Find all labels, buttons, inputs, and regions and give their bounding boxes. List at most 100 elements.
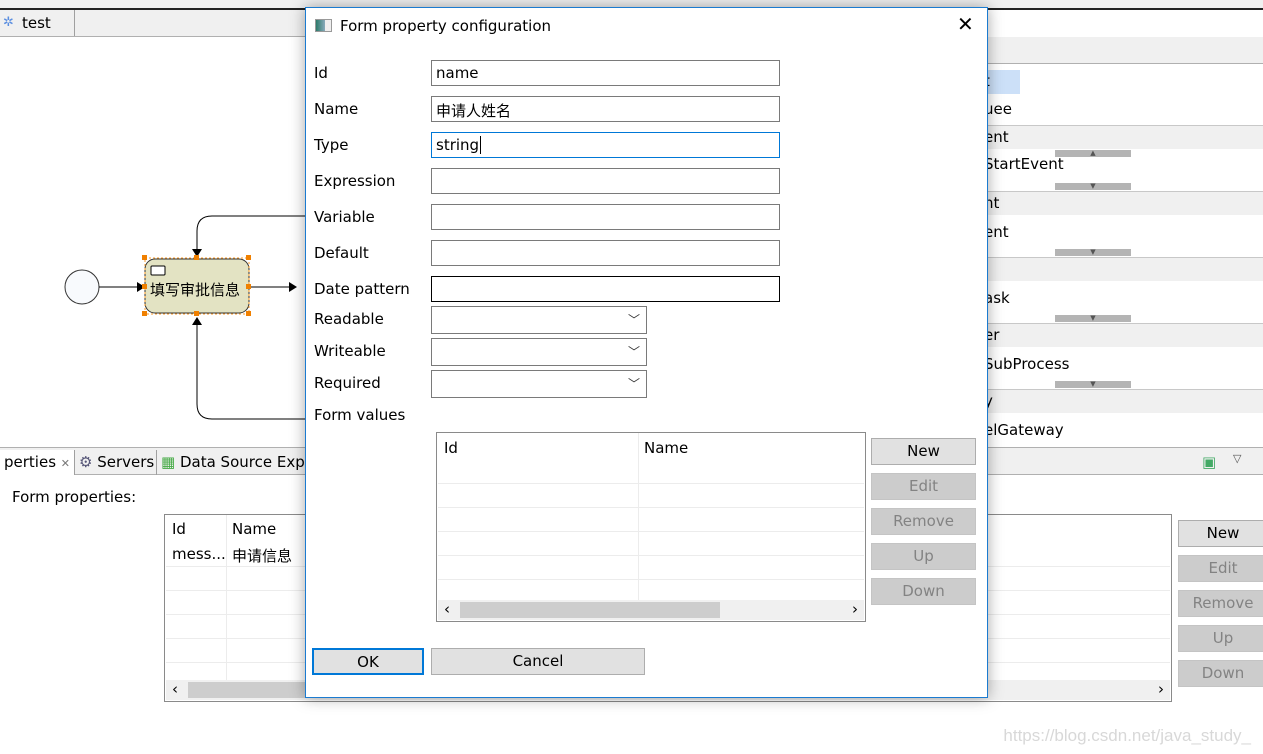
editor-tab-test[interactable]: ✲ test: [0, 10, 75, 36]
cell-id[interactable]: mess...: [172, 545, 226, 563]
name-label: Name: [314, 100, 359, 118]
tab-properties[interactable]: perties ✕: [0, 450, 75, 475]
type-input[interactable]: string: [431, 132, 780, 158]
data-source-icon: ▦: [161, 453, 176, 471]
required-select[interactable]: ﹀: [431, 370, 647, 398]
id-input[interactable]: name: [431, 60, 780, 86]
down-button[interactable]: Down: [1178, 660, 1263, 687]
chevron-down-icon: ﹀: [627, 377, 640, 391]
type-value: string: [436, 136, 480, 154]
scroll-down-icon[interactable]: ▼: [1055, 315, 1131, 322]
writeable-label: Writeable: [314, 342, 386, 360]
palette-item[interactable]: StartEvent: [984, 155, 1064, 173]
form-values-label: Form values: [314, 406, 406, 424]
table-row: [438, 555, 864, 556]
tab-label: test: [22, 14, 51, 32]
edit-button[interactable]: Edit: [871, 473, 976, 500]
flow-loop-bottom: [196, 319, 305, 420]
close-icon[interactable]: ✕: [957, 12, 974, 36]
column-header-name[interactable]: Name: [644, 439, 688, 457]
column-header-name[interactable]: Name: [232, 520, 276, 538]
palette-item[interactable]: uee: [984, 100, 1012, 118]
new-button[interactable]: New: [1178, 520, 1263, 547]
tab-servers[interactable]: ⚙ Servers: [75, 450, 157, 475]
scroll-down-icon[interactable]: ▼: [1055, 183, 1131, 190]
up-button[interactable]: Up: [1178, 625, 1263, 652]
scroll-right-icon[interactable]: ›: [1158, 680, 1164, 698]
table-row: [438, 507, 864, 508]
close-icon[interactable]: ✕: [61, 457, 70, 470]
start-event[interactable]: [64, 269, 100, 305]
process-icon: ✲: [3, 15, 14, 30]
column-divider: [638, 433, 639, 601]
name-input[interactable]: 申请人姓名: [431, 96, 780, 122]
remove-button[interactable]: Remove: [1178, 590, 1263, 617]
table-row: [438, 531, 864, 532]
ok-button[interactable]: OK: [312, 648, 424, 675]
date-pattern-label: Date pattern: [314, 280, 410, 298]
tab-data-source-explorer[interactable]: ▦ Data Source Expl: [157, 450, 317, 475]
dialog-icon: [315, 19, 332, 32]
servers-icon: ⚙: [79, 453, 93, 471]
readable-label: Readable: [314, 310, 384, 328]
tab-label: perties: [4, 453, 57, 471]
chevron-down-icon: ﹀: [627, 313, 640, 327]
form-values-table[interactable]: Id Name ‹ ›: [436, 432, 866, 622]
scroll-up-icon[interactable]: ▲: [1055, 150, 1131, 157]
task-label: 填写审批信息: [150, 281, 241, 299]
scroll-down-icon[interactable]: ▼: [1055, 249, 1131, 256]
default-input[interactable]: [431, 240, 780, 266]
palette-section[interactable]: er: [940, 323, 1263, 347]
dialog-title: Form property configuration: [340, 17, 552, 35]
table-row: [438, 579, 864, 580]
readable-select[interactable]: ﹀: [431, 306, 647, 334]
cancel-button[interactable]: Cancel: [431, 648, 645, 675]
column-header-id[interactable]: Id: [444, 439, 458, 457]
table-row: [438, 483, 864, 484]
palette-section[interactable]: nt: [940, 191, 1263, 215]
palette-section[interactable]: y: [940, 389, 1263, 413]
scroll-thumb[interactable]: [460, 602, 720, 618]
palette-item[interactable]: elGateway: [984, 421, 1064, 439]
text-cursor: [480, 136, 482, 154]
column-divider: [226, 515, 227, 681]
view-menu-icon[interactable]: ▽: [1233, 452, 1241, 465]
required-label: Required: [314, 374, 381, 392]
scroll-right-icon[interactable]: ›: [852, 600, 858, 618]
horizontal-scrollbar[interactable]: ‹ ›: [438, 600, 864, 620]
column-header-id[interactable]: Id: [172, 520, 186, 538]
user-task-icon: [150, 265, 166, 276]
palette-item[interactable]: SubProcess: [984, 355, 1069, 373]
down-button[interactable]: Down: [871, 578, 976, 605]
new-window-icon[interactable]: ▣: [1202, 453, 1216, 471]
palette-section[interactable]: ent: [940, 125, 1263, 149]
expression-label: Expression: [314, 172, 396, 190]
tab-label: Servers: [97, 453, 155, 471]
type-label: Type: [314, 136, 349, 154]
scroll-down-icon[interactable]: ▼: [1055, 381, 1131, 388]
tab-label: Data Source Expl: [179, 453, 309, 471]
date-pattern-input[interactable]: [431, 276, 780, 302]
remove-button[interactable]: Remove: [871, 508, 976, 535]
form-properties-label: Form properties:: [12, 488, 137, 506]
watermark: https://blog.csdn.net/java_study_: [1003, 726, 1251, 745]
expression-input[interactable]: [431, 168, 780, 194]
writeable-select[interactable]: ﹀: [431, 338, 647, 366]
arrow-head: [192, 317, 202, 325]
edit-button[interactable]: Edit: [1178, 555, 1263, 582]
id-label: Id: [314, 64, 328, 82]
form-property-dialog: Form property configuration ✕ Id name Na…: [305, 7, 988, 698]
scroll-left-icon[interactable]: ‹: [444, 600, 450, 618]
scroll-left-icon[interactable]: ‹: [172, 680, 178, 698]
new-button[interactable]: New: [871, 438, 976, 465]
default-label: Default: [314, 244, 369, 262]
variable-label: Variable: [314, 208, 375, 226]
flow-loop-top: [196, 215, 305, 255]
arrow-head: [289, 282, 297, 292]
palette: t uee ent StartEvent ▲ ▼ nt ent ▼ ask ▼ …: [940, 37, 1263, 445]
palette-section[interactable]: [940, 257, 1263, 281]
up-button[interactable]: Up: [871, 543, 976, 570]
cell-name[interactable]: 申请信息: [232, 545, 292, 566]
variable-input[interactable]: [431, 204, 780, 230]
palette-header: [940, 37, 1263, 64]
